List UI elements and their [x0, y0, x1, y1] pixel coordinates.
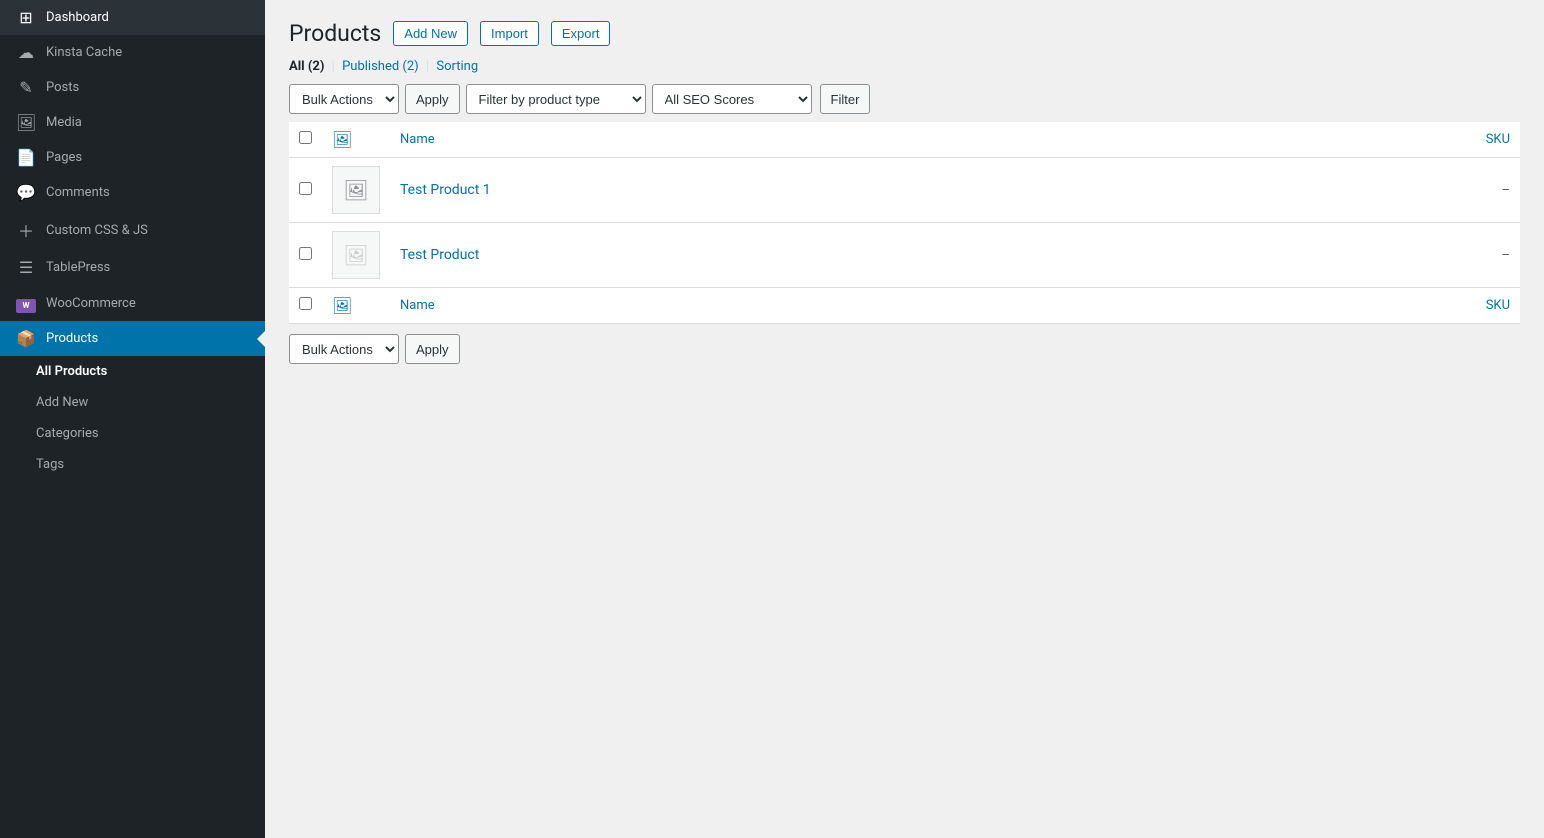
image-header-icon: 🖼	[332, 130, 352, 149]
categories-label: Categories	[36, 426, 99, 441]
row1-sku-cell: –	[1197, 158, 1520, 223]
name-sort-link-bottom[interactable]: Name	[400, 298, 435, 313]
sidebar-item-label: Kinsta Cache	[46, 45, 122, 60]
row2-check-cell	[289, 223, 322, 288]
apply-button-top[interactable]: Apply	[405, 84, 460, 114]
sidebar-item-custom-css-js[interactable]: ＋ Custom CSS & JS	[0, 210, 265, 250]
row1-check-cell	[289, 158, 322, 223]
table-row: 🖼 Test Product –	[289, 223, 1520, 288]
sidebar-item-label: WooCommerce	[46, 296, 136, 311]
separator-1: |	[332, 59, 335, 74]
bulk-actions-select-top[interactable]: Bulk Actions	[289, 84, 399, 114]
row1-sku: –	[1501, 183, 1510, 198]
sidebar: ⊞ Dashboard ☁ Kinsta Cache ✎ Posts 🖼 Med…	[0, 0, 265, 838]
sidebar-item-label: TablePress	[46, 260, 110, 275]
row1-product-link[interactable]: Test Product 1	[400, 182, 491, 198]
table-header-row: 🖼 Name SKU	[289, 122, 1520, 158]
page-header: Products Add New Import Export	[289, 20, 1520, 47]
dashboard-icon: ⊞	[16, 8, 36, 27]
sidebar-item-label: Custom CSS & JS	[46, 223, 148, 238]
add-new-label: Add New	[36, 395, 88, 410]
all-products-label: All Products	[36, 364, 107, 379]
row2-sku: –	[1501, 248, 1510, 263]
sidebar-item-label: Dashboard	[46, 10, 109, 25]
row2-thumbnail: 🖼	[332, 231, 380, 279]
sidebar-item-comments[interactable]: 💬 Comments	[0, 175, 265, 210]
select-all-footer	[289, 288, 322, 324]
sidebar-item-categories[interactable]: Categories	[0, 418, 265, 449]
media-icon: 🖼	[16, 113, 36, 132]
row1-checkbox[interactable]	[299, 182, 312, 195]
custom-css-icon: ＋	[16, 218, 36, 242]
name-col-footer[interactable]: Name	[390, 288, 1197, 324]
sidebar-item-dashboard[interactable]: ⊞ Dashboard	[0, 0, 265, 35]
filter-button[interactable]: Filter	[820, 84, 871, 114]
comments-icon: 💬	[16, 183, 36, 202]
select-all-checkbox-bottom[interactable]	[299, 297, 312, 310]
row1-thumbnail: 🖼	[332, 166, 380, 214]
sku-col-header[interactable]: SKU	[1197, 122, 1520, 158]
tags-label: Tags	[36, 457, 64, 472]
sidebar-item-posts[interactable]: ✎ Posts	[0, 70, 265, 105]
separator-2: |	[426, 59, 429, 74]
products-icon: 📦	[16, 329, 36, 348]
table-row: 🖼 Test Product 1 –	[289, 158, 1520, 223]
tablepress-icon: ☰	[16, 258, 36, 277]
sidebar-item-kinsta-cache[interactable]: ☁ Kinsta Cache	[0, 35, 265, 70]
row2-sku-cell: –	[1197, 223, 1520, 288]
products-submenu: All Products Add New Categories Tags	[0, 356, 265, 480]
sidebar-item-label: Pages	[46, 150, 82, 165]
name-col-header[interactable]: Name	[390, 122, 1197, 158]
seo-scores-select[interactable]: All SEO Scores	[652, 84, 812, 114]
sidebar-item-products[interactable]: 📦 Products	[0, 321, 265, 356]
sidebar-item-woocommerce[interactable]: W WooCommerce	[0, 285, 265, 321]
sidebar-item-label: Posts	[46, 80, 79, 95]
main-content: Products Add New Import Export All (2) |…	[265, 0, 1544, 838]
apply-button-bottom[interactable]: Apply	[405, 334, 460, 364]
sidebar-item-label: Comments	[46, 185, 110, 200]
table-footer-row: 🖼 Name SKU	[289, 288, 1520, 324]
status-published[interactable]: Published (2)	[342, 59, 422, 74]
image-col-header: 🖼	[322, 122, 390, 158]
bottom-toolbar: Bulk Actions Apply	[289, 334, 1520, 364]
bulk-actions-select-bottom[interactable]: Bulk Actions	[289, 334, 399, 364]
sidebar-item-tablepress[interactable]: ☰ TablePress	[0, 250, 265, 285]
sku-sort-link[interactable]: SKU	[1486, 132, 1510, 147]
row1-name-cell: Test Product 1	[390, 158, 1197, 223]
add-new-button[interactable]: Add New	[393, 21, 468, 46]
image-footer-icon: 🖼	[332, 296, 352, 315]
sidebar-item-label: Media	[46, 115, 82, 130]
products-table: 🖼 Name SKU 🖼 Test Product	[289, 122, 1520, 324]
sidebar-item-all-products[interactable]: All Products	[0, 356, 265, 387]
row2-checkbox[interactable]	[299, 247, 312, 260]
name-sort-link[interactable]: Name	[400, 132, 435, 147]
row1-image-cell: 🖼	[322, 158, 390, 223]
import-button[interactable]: Import	[480, 21, 539, 46]
status-sorting[interactable]: Sorting	[436, 59, 478, 74]
sku-col-footer[interactable]: SKU	[1197, 288, 1520, 324]
status-bar: All (2) | Published (2) | Sorting	[289, 59, 1520, 74]
page-title: Products	[289, 20, 381, 47]
sidebar-item-add-new[interactable]: Add New	[0, 387, 265, 418]
select-all-checkbox[interactable]	[299, 131, 312, 144]
image-col-footer: 🖼	[322, 288, 390, 324]
status-all[interactable]: All (2)	[289, 59, 328, 74]
export-button[interactable]: Export	[551, 21, 611, 46]
kinsta-icon: ☁	[16, 43, 36, 62]
select-all-header	[289, 122, 322, 158]
sidebar-item-pages[interactable]: 📄 Pages	[0, 140, 265, 175]
row2-image-cell: 🖼	[322, 223, 390, 288]
row2-name-cell: Test Product	[390, 223, 1197, 288]
woocommerce-icon: W	[16, 293, 36, 313]
pages-icon: 📄	[16, 148, 36, 167]
row2-product-link[interactable]: Test Product	[400, 247, 479, 263]
sidebar-item-tags[interactable]: Tags	[0, 449, 265, 480]
sku-sort-link-bottom[interactable]: SKU	[1486, 298, 1510, 313]
sidebar-item-media[interactable]: 🖼 Media	[0, 105, 265, 140]
posts-icon: ✎	[16, 78, 36, 97]
sidebar-item-label: Products	[46, 331, 98, 346]
top-toolbar: Bulk Actions Apply Filter by product typ…	[289, 84, 1520, 114]
filter-product-type-select[interactable]: Filter by product type	[466, 84, 646, 114]
